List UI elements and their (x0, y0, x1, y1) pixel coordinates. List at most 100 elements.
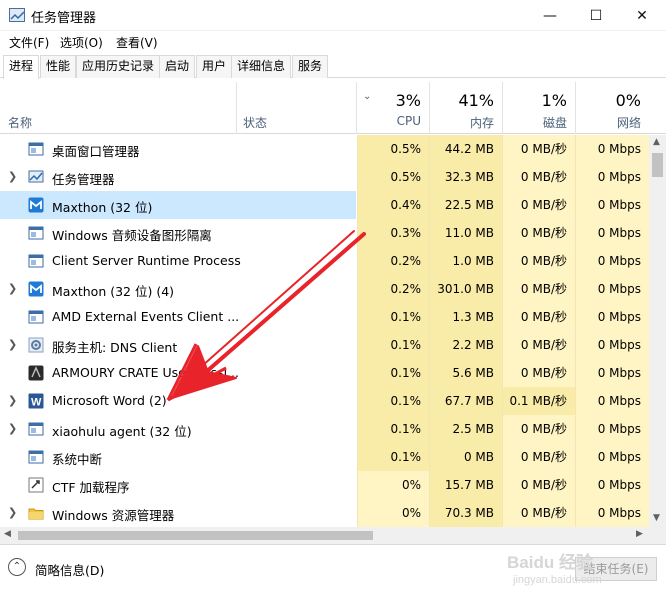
window-title: 任务管理器 (31, 11, 97, 26)
network-label: 网络 (616, 116, 641, 130)
svg-text:W: W (31, 397, 42, 409)
tab-processes[interactable]: 进程 (3, 55, 40, 79)
vertical-scrollbar[interactable]: ▲ ▼ (649, 135, 666, 527)
process-row[interactable]: ❯ W Microsoft Word (2) 0.1% 67.7 MB 0.1 MB/秒 0… (0, 387, 649, 415)
process-row[interactable]: AMD External Events Client ... 0.1% 1.3 MB… (0, 303, 649, 331)
tab-bar: 进程 性能 应用历史记录 启动 用户 详细信息 服务 (0, 54, 666, 79)
process-name-cell[interactable]: Maxthon (32 位) (0, 191, 356, 219)
process-name-cell[interactable]: AMD External Events Client ... (0, 303, 356, 331)
disk-value: 0 MB/秒 (502, 247, 575, 275)
memory-value: 1.3 MB (429, 303, 502, 331)
scroll-up-icon[interactable]: ▲ (653, 137, 660, 147)
process-name-cell[interactable]: ARMOURY CRATE User Sessi... (0, 359, 356, 387)
column-header-status[interactable]: 状态 (236, 82, 356, 134)
taskmgr-icon (28, 169, 44, 185)
process-row[interactable]: 桌面窗口管理器 0.5% 44.2 MB 0 MB/秒 0 Mbps (0, 135, 649, 163)
tab-app-history[interactable]: 应用历史记录 (76, 55, 161, 78)
process-name-cell[interactable]: 桌面窗口管理器 (0, 135, 356, 163)
tab-details[interactable]: 详细信息 (231, 55, 292, 78)
process-row[interactable]: ARMOURY CRATE User Sessi... 0.1% 5.6 MB 0 M… (0, 359, 649, 387)
vertical-scroll-thumb[interactable] (652, 153, 663, 177)
expand-chevron-icon[interactable]: ❯ (8, 422, 17, 435)
scroll-down-icon[interactable]: ▼ (653, 513, 660, 523)
process-name-cell[interactable]: ❯ Maxthon (32 位) (4) (0, 275, 356, 303)
expand-chevron-icon[interactable]: ❯ (8, 338, 17, 351)
process-name: Windows 资源管理器 (52, 508, 175, 523)
process-row[interactable]: Maxthon (32 位) 0.4% 22.5 MB 0 MB/秒 0 Mbps (0, 191, 649, 219)
scroll-right-icon[interactable]: ▶ (636, 529, 643, 539)
disk-value: 0 MB/秒 (502, 163, 575, 191)
process-row[interactable]: 系统中断 0.1% 0 MB 0 MB/秒 0 Mbps (0, 443, 649, 471)
tab-services[interactable]: 服务 (292, 55, 329, 78)
process-name: Client Server Runtime Process (52, 253, 241, 268)
process-name-cell[interactable]: ❯ W Microsoft Word (2) (0, 387, 356, 415)
process-name-cell[interactable]: ❯ xiaohulu agent (32 位) (0, 415, 356, 443)
column-header-cpu[interactable]: ⌄ 3% CPU (356, 82, 429, 134)
disk-value: 0 MB/秒 (502, 303, 575, 331)
column-header-name[interactable]: 名称 (0, 82, 236, 134)
scroll-left-icon[interactable]: ◀ (4, 529, 11, 539)
column-header-network[interactable]: 0% 网络 (575, 82, 649, 134)
network-value: 0 Mbps (575, 275, 649, 303)
process-name-cell[interactable]: Client Server Runtime Process (0, 247, 356, 275)
memory-value: 0 MB (429, 443, 502, 471)
process-name: xiaohulu agent (32 位) (52, 424, 192, 439)
process-name-cell[interactable]: ❯ 服务主机: DNS Client (0, 331, 356, 359)
network-value: 0 Mbps (575, 443, 649, 471)
process-row[interactable]: Client Server Runtime Process 0.2% 1.0 MB 0… (0, 247, 649, 275)
menu-options[interactable]: 选项(O) (60, 34, 103, 51)
horizontal-scroll-thumb[interactable] (18, 531, 373, 540)
expand-chevron-icon[interactable]: ❯ (8, 394, 17, 407)
process-row[interactable]: ❯ xiaohulu agent (32 位) 0.1% 2.5 MB 0 MB/秒 0 … (0, 415, 649, 443)
menu-file[interactable]: 文件(F) (9, 34, 49, 51)
window-icon (28, 421, 44, 437)
memory-value: 301.0 MB (429, 275, 502, 303)
tab-performance[interactable]: 性能 (40, 55, 77, 78)
process-row[interactable]: ❯ 任务管理器 0.5% 32.3 MB 0 MB/秒 0 Mbps (0, 163, 649, 191)
process-name-cell[interactable]: ❯ Windows 资源管理器 (0, 499, 356, 527)
cpu-value: 0.5% (357, 135, 429, 163)
process-name-cell[interactable]: 系统中断 (0, 443, 356, 471)
process-row[interactable]: ❯ Windows 资源管理器 0% 70.3 MB 0 MB/秒 0 Mbps (0, 499, 649, 527)
memory-value: 70.3 MB (429, 499, 502, 527)
process-row[interactable]: ❯ 服务主机: DNS Client 0.1% 2.2 MB 0 MB/秒 0 Mbps (0, 331, 649, 359)
end-task-button[interactable]: 结束任务(E) (575, 557, 657, 581)
process-name-cell[interactable]: Windows 音频设备图形隔离 (0, 219, 356, 247)
process-name: AMD External Events Client ... (52, 309, 240, 324)
armoury-icon (28, 365, 44, 381)
minimize-button[interactable]: — (527, 0, 573, 31)
column-header-disk[interactable]: 1% 磁盘 (502, 82, 575, 134)
memory-total-percent: 41% (458, 91, 494, 110)
process-name-cell[interactable]: ❯ 任务管理器 (0, 163, 356, 191)
cpu-value: 0.2% (357, 247, 429, 275)
chevron-up-circle-icon[interactable]: ⌃ (8, 558, 26, 576)
cpu-value: 0.4% (357, 191, 429, 219)
disk-value: 0 MB/秒 (502, 415, 575, 443)
disk-value: 0 MB/秒 (502, 359, 575, 387)
network-value: 0 Mbps (575, 499, 649, 527)
memory-label: 内存 (469, 116, 494, 130)
cpu-value: 0% (357, 499, 429, 527)
expand-chevron-icon[interactable]: ❯ (8, 282, 17, 295)
process-row[interactable]: CTF 加载程序 0% 15.7 MB 0 MB/秒 0 Mbps (0, 471, 649, 499)
tab-startup[interactable]: 启动 (159, 55, 196, 78)
disk-value: 0 MB/秒 (502, 191, 575, 219)
cpu-value: 0.5% (357, 163, 429, 191)
menu-view[interactable]: 查看(V) (116, 34, 158, 51)
process-name-cell[interactable]: CTF 加载程序 (0, 471, 356, 499)
tab-users[interactable]: 用户 (196, 55, 233, 78)
expand-chevron-icon[interactable]: ❯ (8, 170, 17, 183)
close-button[interactable]: ✕ (619, 0, 665, 31)
fewer-details-link[interactable]: 简略信息(D) (35, 560, 104, 579)
window-icon (28, 141, 44, 157)
process-row[interactable]: Windows 音频设备图形隔离 0.3% 11.0 MB 0 MB/秒 0 Mbps (0, 219, 649, 247)
process-row[interactable]: ❯ Maxthon (32 位) (4) 0.2% 301.0 MB 0 MB/秒 0 M… (0, 275, 649, 303)
network-value: 0 Mbps (575, 415, 649, 443)
expand-chevron-icon[interactable]: ❯ (8, 506, 17, 519)
network-total-percent: 0% (615, 91, 641, 110)
network-value: 0 Mbps (575, 303, 649, 331)
window-icon (28, 309, 44, 325)
horizontal-scrollbar[interactable]: ◀ ▶ (0, 527, 649, 544)
column-header-memory[interactable]: 41% 内存 (429, 82, 502, 134)
maximize-button[interactable]: ☐ (573, 0, 619, 31)
